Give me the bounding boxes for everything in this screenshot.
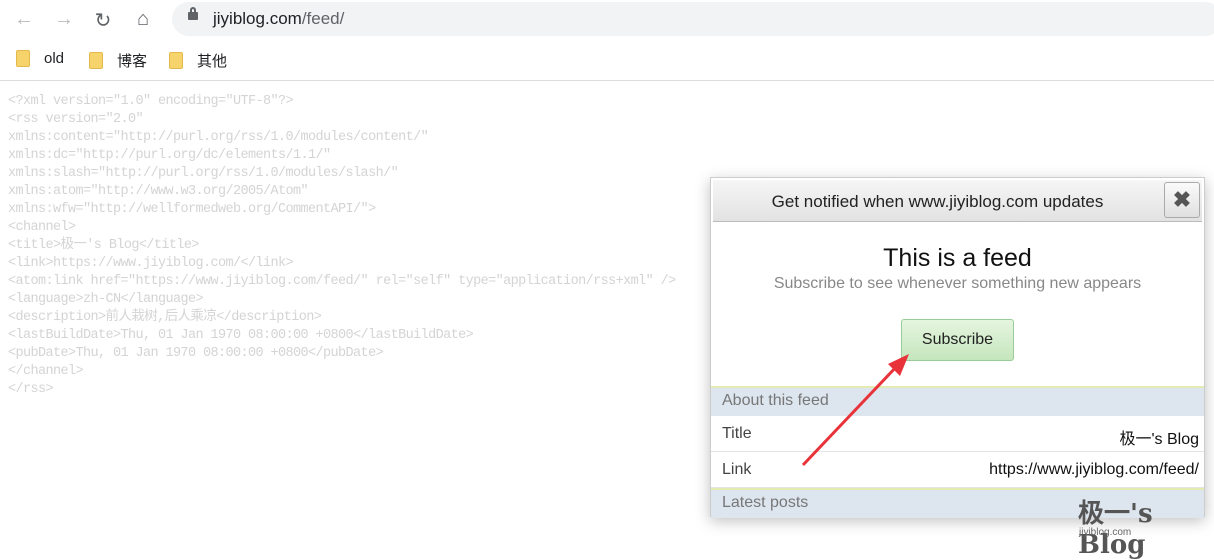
popup-header-title: Get notified when www.jiyiblog.com updat… — [771, 192, 1104, 211]
xml-source: <?xml version="1.0" encoding="UTF-8"?> <r… — [8, 93, 676, 399]
bookmarks-bar: old 博客 其他 — [0, 40, 1214, 81]
popup-header: Get notified when www.jiyiblog.com updat… — [713, 180, 1202, 222]
home-icon[interactable]: ⌂ — [131, 8, 155, 31]
url-path: /feed/ — [301, 9, 345, 28]
xml-line: <?xml version="1.0" encoding="UTF-8"?> — [8, 94, 294, 109]
xml-line: <atom:link href="https://www.jiyiblog.co… — [8, 274, 676, 289]
xml-line: <pubDate>Thu, 01 Jan 1970 08:00:00 +0800… — [8, 346, 384, 361]
xml-line: xmlns:dc="http://purl.org/dc/elements/1.… — [8, 148, 331, 163]
back-icon[interactable]: ← — [12, 8, 36, 31]
link-label: Link — [722, 461, 752, 478]
link-value[interactable]: https://www.jiyiblog.com/feed/ — [989, 461, 1199, 479]
title-label: Title — [722, 425, 752, 442]
xml-line: <rss version="2.0" — [8, 112, 144, 127]
xml-line: <lastBuildDate>Thu, 01 Jan 1970 08:00:00… — [8, 328, 474, 343]
title-row: Title 极一's Blog — [711, 417, 1204, 452]
bookmark-label: old — [44, 50, 65, 67]
about-section-header: About this feed — [711, 386, 1204, 416]
xml-line: <channel> — [8, 220, 76, 235]
xml-line: xmlns:content="http://purl.org/rss/1.0/m… — [8, 130, 429, 145]
browser-toolbar: ← → ↻ ⌂ jiyiblog.com/feed/ — [0, 0, 1214, 40]
feed-subheading: Subscribe to see whenever something new … — [773, 275, 1142, 292]
link-row: Link https://www.jiyiblog.com/feed/ — [711, 453, 1204, 488]
watermark-sub: jiyiblog.com — [1079, 527, 1132, 538]
bookmark-other[interactable]: 其他 — [169, 50, 227, 71]
xml-line: </rss> — [8, 382, 54, 397]
subscribe-button[interactable]: Subscribe — [901, 319, 1014, 361]
lock-icon — [188, 7, 198, 20]
forward-icon[interactable]: → — [52, 8, 76, 31]
xml-line: xmlns:slash="http://purl.org/rss/1.0/mod… — [8, 166, 399, 181]
url-text[interactable]: jiyiblog.com/feed/ — [213, 9, 344, 29]
xml-line: xmlns:wfw="http://wellformedweb.org/Comm… — [8, 202, 376, 217]
title-value: 极一's Blog — [1119, 431, 1199, 448]
folder-icon — [169, 52, 183, 69]
bookmark-label: 博客 — [117, 53, 148, 70]
bookmark-label: 其他 — [197, 53, 228, 70]
xml-line: <description>前人栽树,后人乘凉</description> — [8, 310, 322, 325]
bookmark-old[interactable]: old — [16, 50, 64, 67]
xml-line: </channel> — [8, 364, 84, 379]
feed-heading: This is a feed — [883, 244, 1032, 272]
xml-line: <link>https://www.jiyiblog.com/</link> — [8, 256, 294, 271]
url-host: jiyiblog.com — [213, 9, 302, 28]
xml-line: <language>zh-CN</language> — [8, 292, 204, 307]
reload-icon[interactable]: ↻ — [91, 8, 115, 33]
feed-popup: Get notified when www.jiyiblog.com updat… — [710, 177, 1205, 518]
close-icon[interactable]: ✖ — [1164, 182, 1200, 218]
folder-icon — [89, 52, 103, 69]
xml-line: <title>极一's Blog</title> — [8, 238, 199, 253]
xml-line: xmlns:atom="http://www.w3.org/2005/Atom" — [8, 184, 309, 199]
folder-icon — [16, 50, 30, 67]
bookmark-blog[interactable]: 博客 — [89, 50, 147, 71]
